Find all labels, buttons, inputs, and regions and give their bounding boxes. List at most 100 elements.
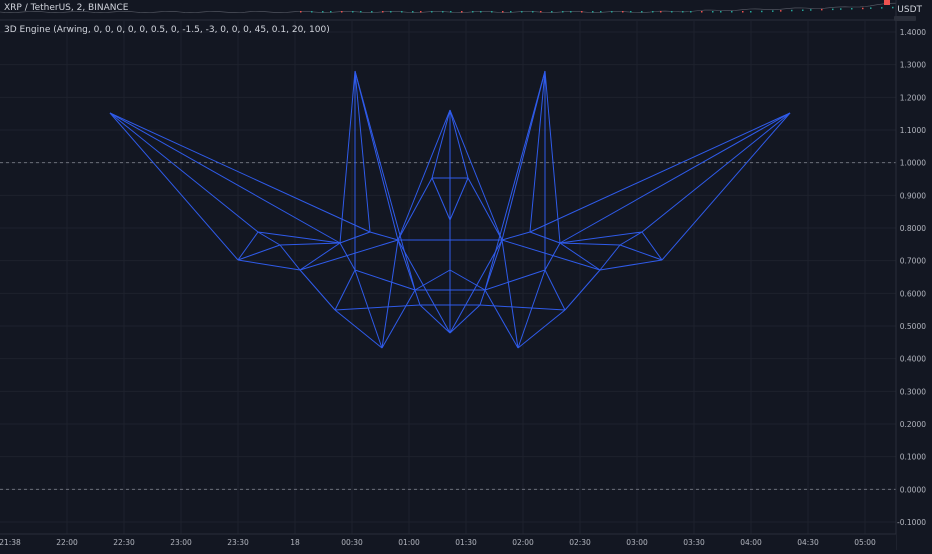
mini-candle [382,11,384,13]
price-tick-label: 0.8000 [900,224,926,233]
price-axis[interactable] [896,0,932,550]
mini-candle [851,8,853,10]
price-tick-label: 0.7000 [900,257,926,266]
time-tick-label: 03:00 [626,538,648,547]
time-tick-label: 22:00 [56,538,78,547]
unit-badge [894,16,916,21]
time-tick-label: 00:30 [341,538,363,547]
mini-candle [892,6,894,9]
wireframe-edge [564,269,601,311]
wireframe-edge [431,109,451,179]
mini-candle [570,11,572,13]
mini-candle [712,11,714,13]
wireframe-edge [334,304,421,311]
mini-candle [412,11,414,13]
mini-price-series [0,0,900,13]
wireframe-edge [544,242,561,271]
wireframe-edge [449,177,469,221]
wireframe-edge [109,112,259,233]
mini-candle [810,9,812,11]
mini-candle [742,11,744,13]
mini-candle [622,11,624,13]
time-tick-label: 02:00 [512,538,534,547]
wireframe-edge [661,112,791,261]
mini-candle [832,8,834,11]
indicator-title[interactable]: 3D Engine (Arwing, 0, 0, 0, 0, 0, 0.5, 0… [4,25,330,35]
wireframe-edge [449,304,481,334]
mini-candle [442,11,444,13]
price-tick-label: 1.2000 [900,93,926,102]
mini-candle [510,11,512,13]
mini-last-price-marker [884,0,890,5]
wireframe-edge [484,269,546,291]
mini-candle [840,8,842,10]
mini-candle [551,11,553,13]
mini-candle [862,7,864,10]
price-tick-label: 0.2000 [900,420,926,429]
wireframe-edge [484,70,546,291]
time-tick-label: 01:00 [398,538,420,547]
mini-candle [870,7,872,9]
price-tick-label: 0.4000 [900,355,926,364]
wireframe-edge [381,239,399,349]
grid-lines [0,21,896,534]
mini-candle [701,11,703,13]
wireframe-edge [369,231,399,241]
wireframe-edge [381,289,416,349]
mini-candle [330,11,332,13]
wireframe-edge [641,231,663,261]
wireframe-edge [354,269,416,291]
time-tick-label: 23:30 [227,538,249,547]
wireframe-edge [544,70,561,244]
mini-candle [772,10,774,12]
mini-candle [480,11,482,13]
wireframe-edge [299,239,399,271]
wireframe-edge [501,239,519,349]
chart-canvas[interactable]: 1.4000 1.3000 1.2000 1.1000 1.0000 0.9000 0.80… [0,0,932,550]
wireframe-edge [354,70,416,291]
wireframe-edge [501,231,531,241]
mini-candle [562,11,564,13]
time-tick-label: 04:30 [797,538,819,547]
price-tick-label: 0.6000 [900,289,926,298]
wireframe-edge [339,242,356,271]
wireframe-edge [544,269,566,311]
mini-candle [420,11,422,13]
wireframe-edge [299,242,341,271]
wireframe-edge [237,244,281,261]
mini-candle [671,11,673,13]
mini-candle [300,11,302,13]
wireframe-edge [599,244,621,271]
mini-candle [491,11,493,13]
wireframe-edge [397,177,433,241]
arwing-wireframe [109,70,791,349]
mini-candle [502,11,504,13]
mini-candle [660,11,662,13]
mini-candle [611,11,613,13]
time-tick-label: 21:38 [0,538,21,547]
wireframe-edge [559,112,791,244]
mini-candle [780,10,782,12]
wireframe-edge [599,259,663,271]
mini-candle [682,11,684,13]
chart-area[interactable]: 1.4000 1.3000 1.2000 1.1000 1.0000 0.9000 0.80… [0,0,932,550]
mini-candle [592,11,594,13]
mini-candle [720,11,722,13]
wireframe-edge [279,242,341,246]
wireframe-edge [431,177,451,221]
mini-candle [652,11,654,13]
time-tick-label: 02:30 [569,538,591,547]
wireframe-edge [419,304,451,334]
time-tick-label: 18 [290,538,300,547]
mini-candle [690,11,692,13]
wireframe-edge [257,231,341,244]
symbol-title[interactable]: XRP / TetherUS, 2, BINANCE [4,3,128,13]
price-tick-label: -0.1000 [897,518,926,527]
wireframe-edge [109,112,371,233]
wireframe-edge [109,112,341,244]
mini-candle [311,11,313,13]
wireframe-edge [529,70,546,233]
wireframe-edge [109,112,239,261]
price-tick-label: 1.3000 [900,61,926,70]
price-tick-label: 0.1000 [900,453,926,462]
